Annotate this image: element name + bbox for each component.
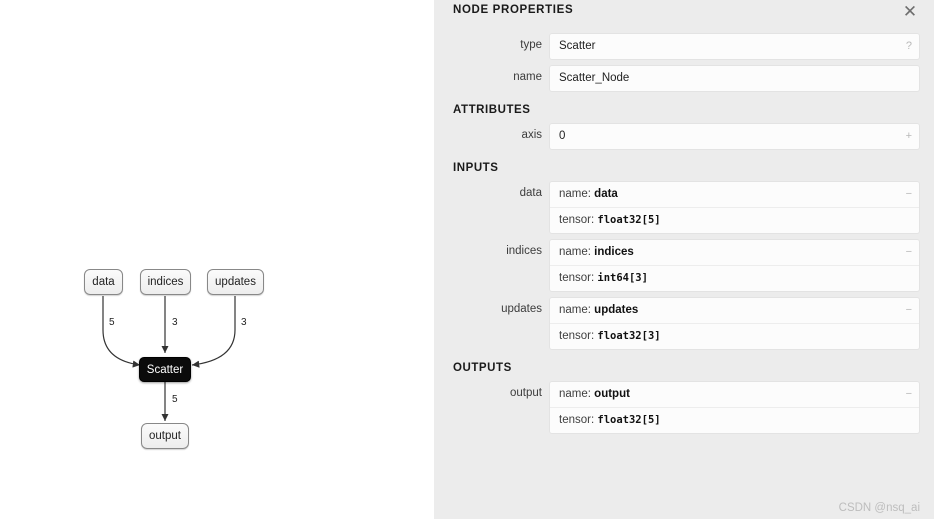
field-value-name[interactable]: Scatter_Node bbox=[550, 66, 919, 91]
output-tensor-key: tensor: bbox=[559, 414, 595, 426]
edge-label-output: 5 bbox=[172, 394, 178, 405]
input-name-key: name: bbox=[559, 304, 591, 316]
page-title: NODE PROPERTIES bbox=[453, 4, 574, 16]
field-box-name[interactable]: Scatter_Node bbox=[550, 66, 919, 91]
edge-updates-to-scatter bbox=[191, 296, 236, 368]
section-header-outputs: OUTPUTS bbox=[453, 362, 512, 374]
input-tensor-line: tensor: float32[5] bbox=[550, 207, 919, 233]
graph-node-label: updates bbox=[215, 276, 256, 288]
graph-node-data[interactable]: data bbox=[84, 269, 123, 295]
collapse-icon[interactable]: − bbox=[906, 298, 912, 323]
field-box-axis[interactable]: 0 + bbox=[550, 124, 919, 149]
field-label-name: name bbox=[513, 71, 542, 83]
input-tensor-key: tensor: bbox=[559, 214, 595, 226]
field-box-type[interactable]: Scatter ? bbox=[550, 34, 919, 59]
input-tensor-line: tensor: float32[3] bbox=[550, 323, 919, 349]
field-row-output: output name: output − tensor: float32[5] bbox=[434, 382, 919, 433]
field-label-type: type bbox=[520, 39, 542, 51]
section-header-inputs: INPUTS bbox=[453, 162, 499, 174]
edge-label-data: 5 bbox=[109, 317, 115, 328]
section-header-attributes: ATTRIBUTES bbox=[453, 104, 531, 116]
graph-node-label: output bbox=[149, 430, 181, 442]
collapse-icon[interactable]: − bbox=[906, 382, 912, 407]
help-icon[interactable]: ? bbox=[906, 34, 912, 59]
input-name-value: indices bbox=[594, 246, 634, 258]
field-value-text: 0 bbox=[559, 130, 566, 142]
input-name-line[interactable]: name: updates − bbox=[550, 298, 919, 323]
input-tensor-value: float32[3] bbox=[597, 330, 661, 342]
graph-node-scatter[interactable]: Scatter bbox=[139, 357, 191, 382]
field-label-axis: axis bbox=[521, 129, 542, 141]
field-row-axis: axis 0 + bbox=[434, 124, 919, 149]
watermark: CSDN @nsq_ai bbox=[838, 502, 920, 514]
input-tensor-key: tensor: bbox=[559, 330, 595, 342]
field-row-input-indices: indices name: indices − tensor: int64[3] bbox=[434, 240, 919, 291]
output-tensor-line: tensor: float32[5] bbox=[550, 407, 919, 433]
graph-node-updates[interactable]: updates bbox=[207, 269, 264, 295]
input-tensor-value: int64[3] bbox=[597, 272, 648, 284]
graph-node-label: indices bbox=[147, 276, 184, 288]
field-value-text: Scatter bbox=[559, 40, 596, 52]
field-row-input-updates: updates name: updates − tensor: float32[… bbox=[434, 298, 919, 349]
field-box-input-indices[interactable]: name: indices − tensor: int64[3] bbox=[550, 240, 919, 291]
field-label-output: output bbox=[510, 387, 542, 399]
field-box-input-data[interactable]: name: data − tensor: float32[5] bbox=[550, 182, 919, 233]
field-row-name: name Scatter_Node bbox=[434, 66, 919, 91]
input-name-key: name: bbox=[559, 246, 591, 258]
input-name-key: name: bbox=[559, 188, 591, 200]
input-tensor-line: tensor: int64[3] bbox=[550, 265, 919, 291]
input-name-value: data bbox=[594, 188, 618, 200]
panel-header: NODE PROPERTIES ✕ bbox=[434, 0, 934, 34]
field-value-axis[interactable]: 0 + bbox=[550, 124, 919, 149]
graph-canvas[interactable]: data indices updates Scatter output 5 3 … bbox=[0, 0, 434, 519]
graph-edges bbox=[102, 296, 236, 421]
field-row-type: type Scatter ? bbox=[434, 34, 919, 59]
expand-icon[interactable]: + bbox=[906, 124, 912, 149]
graph-node-indices[interactable]: indices bbox=[140, 269, 191, 295]
input-name-line[interactable]: name: data − bbox=[550, 182, 919, 207]
output-name-key: name: bbox=[559, 388, 591, 400]
collapse-icon[interactable]: − bbox=[906, 240, 912, 265]
field-label-input-data: data bbox=[519, 187, 542, 199]
output-name-line[interactable]: name: output − bbox=[550, 382, 919, 407]
field-box-input-updates[interactable]: name: updates − tensor: float32[3] bbox=[550, 298, 919, 349]
close-icon[interactable]: ✕ bbox=[900, 2, 920, 22]
input-name-value: updates bbox=[594, 304, 639, 316]
graph-node-output[interactable]: output bbox=[141, 423, 189, 449]
field-label-input-indices: indices bbox=[506, 245, 542, 257]
field-value-text: Scatter_Node bbox=[559, 72, 630, 84]
graph-node-label: data bbox=[92, 276, 115, 288]
output-tensor-value: float32[5] bbox=[597, 414, 661, 426]
edge-label-updates: 3 bbox=[241, 317, 247, 328]
input-tensor-value: float32[5] bbox=[597, 214, 661, 226]
field-row-input-data: data name: data − tensor: float32[5] bbox=[434, 182, 919, 233]
node-properties-panel: NODE PROPERTIES ✕ type Scatter ? name Sc… bbox=[434, 0, 934, 519]
input-name-line[interactable]: name: indices − bbox=[550, 240, 919, 265]
field-box-output[interactable]: name: output − tensor: float32[5] bbox=[550, 382, 919, 433]
input-tensor-key: tensor: bbox=[559, 272, 595, 284]
field-value-type[interactable]: Scatter ? bbox=[550, 34, 919, 59]
edge-data-to-scatter bbox=[102, 296, 141, 368]
collapse-icon[interactable]: − bbox=[906, 182, 912, 207]
edge-label-indices: 3 bbox=[172, 317, 178, 328]
field-label-input-updates: updates bbox=[501, 303, 542, 315]
output-name-value: output bbox=[594, 388, 630, 400]
graph-node-label: Scatter bbox=[146, 363, 184, 376]
